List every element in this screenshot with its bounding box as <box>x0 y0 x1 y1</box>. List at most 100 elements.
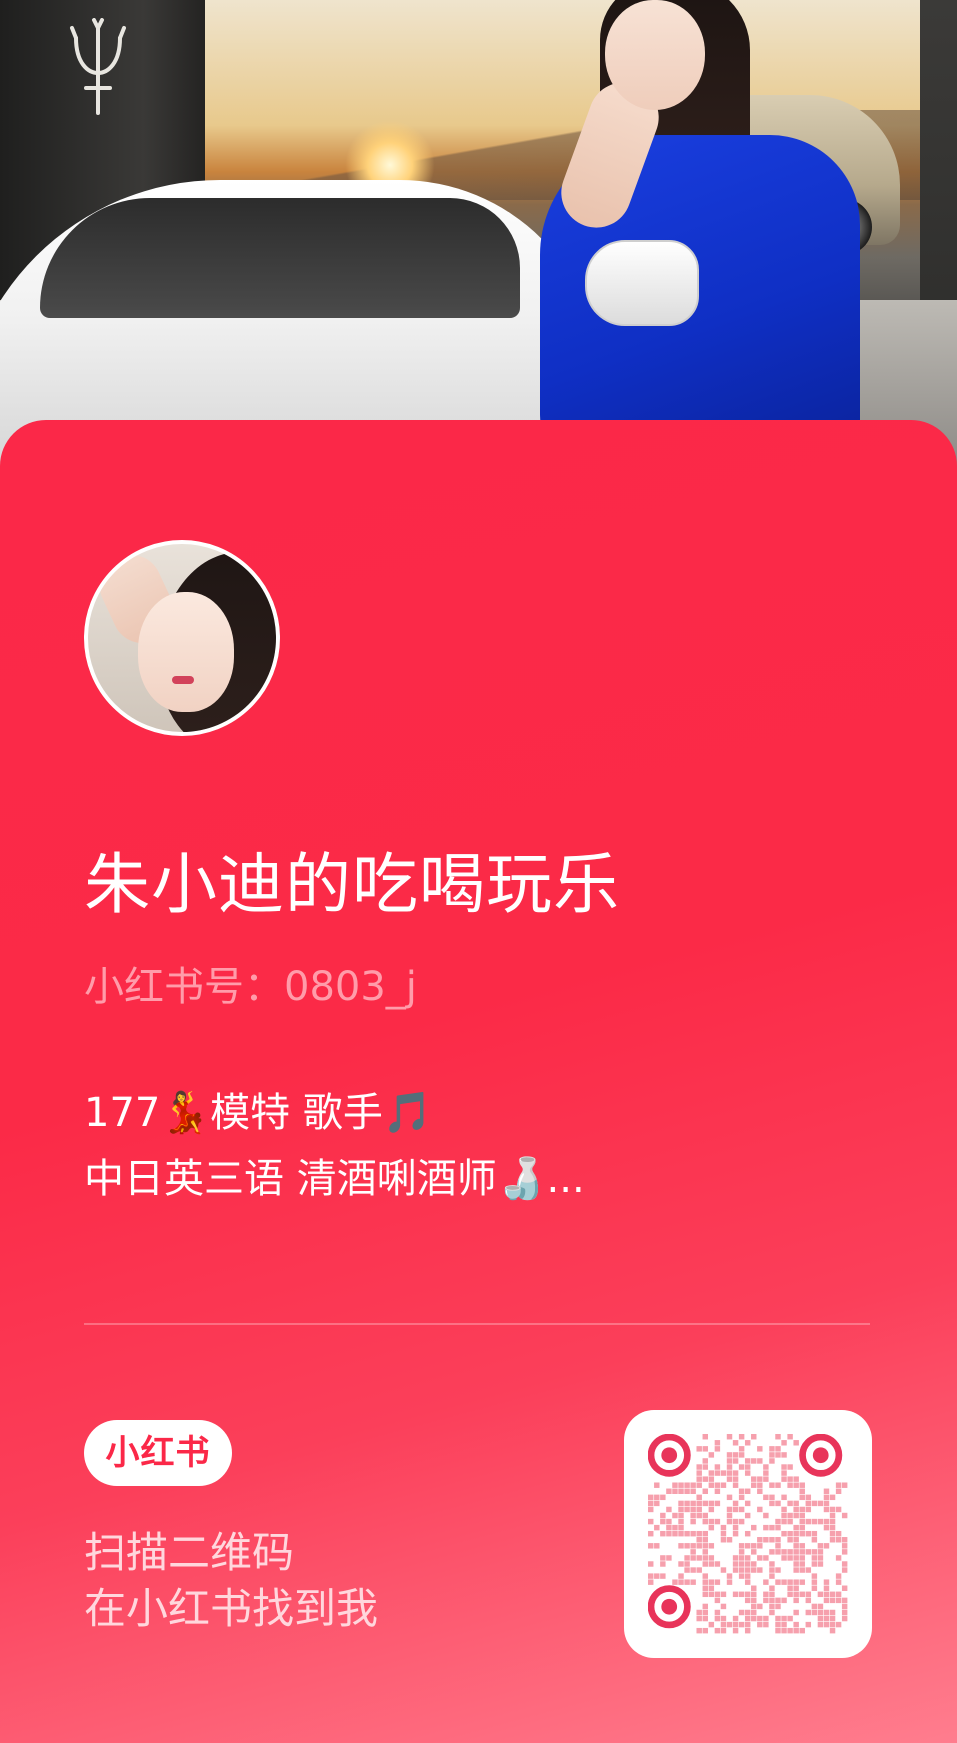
qr-module <box>678 1543 684 1549</box>
qr-module <box>660 1561 666 1567</box>
qr-module <box>660 1518 666 1525</box>
qr-module <box>732 1561 739 1567</box>
qr-module <box>805 1549 812 1555</box>
qr-module <box>793 1567 799 1573</box>
qr-module <box>817 1615 824 1622</box>
qr-module <box>793 1627 799 1634</box>
qr-module <box>726 1452 733 1458</box>
qr-module <box>744 1555 751 1561</box>
qr-module <box>648 1530 654 1537</box>
qr-module <box>696 1482 702 1488</box>
qr-module <box>732 1615 739 1622</box>
qr-module <box>738 1609 745 1616</box>
qr-module <box>775 1603 781 1610</box>
qr-module <box>708 1591 715 1598</box>
qr-module <box>702 1476 708 1482</box>
qr-module <box>702 1434 708 1440</box>
qr-module <box>811 1555 818 1561</box>
qr-module <box>696 1506 702 1513</box>
qr-module <box>714 1482 721 1488</box>
qr-module <box>702 1585 708 1591</box>
qr-module <box>702 1627 708 1634</box>
qr-module <box>732 1500 739 1507</box>
qr-module <box>726 1512 733 1519</box>
qr-module <box>775 1627 781 1634</box>
qr-module <box>769 1524 775 1531</box>
qr-module <box>738 1446 745 1452</box>
qr-module <box>757 1603 763 1610</box>
qr-module <box>835 1579 842 1585</box>
qr-module <box>775 1567 781 1573</box>
qr-module <box>726 1506 733 1513</box>
qr-module <box>805 1494 812 1501</box>
avatar[interactable] <box>84 540 280 736</box>
qr-module <box>763 1470 769 1476</box>
qr-module <box>738 1573 745 1579</box>
qr-module <box>708 1543 715 1549</box>
qr-module <box>684 1561 690 1567</box>
qr-module <box>696 1530 702 1537</box>
qr-module <box>787 1482 793 1488</box>
qr-module <box>744 1470 751 1476</box>
qr-module <box>696 1615 702 1622</box>
qr-module <box>841 1549 848 1555</box>
qr-module <box>720 1530 727 1537</box>
qr-module <box>781 1549 787 1555</box>
qr-module <box>793 1512 799 1519</box>
qr-module <box>787 1591 793 1598</box>
qr-module <box>684 1506 690 1513</box>
qr-module <box>751 1603 757 1610</box>
qr-module <box>648 1500 654 1507</box>
qr-module <box>714 1615 721 1622</box>
qr-module <box>775 1597 781 1604</box>
qr-module <box>835 1488 842 1494</box>
qr-module <box>841 1482 848 1488</box>
qr-module <box>763 1615 769 1622</box>
qr-module <box>732 1567 739 1573</box>
divider <box>84 1323 870 1325</box>
qr-module <box>708 1482 715 1488</box>
qr-module <box>702 1549 708 1555</box>
qr-module <box>702 1555 708 1561</box>
qr-module <box>787 1555 793 1561</box>
qr-module <box>666 1488 672 1494</box>
qr-module <box>714 1609 721 1616</box>
qr-module <box>672 1488 678 1494</box>
qr-module <box>702 1561 708 1567</box>
qr-module <box>775 1543 781 1549</box>
xiaohongshu-logo-badge: 小红书 <box>84 1420 232 1486</box>
qr-module <box>720 1621 727 1628</box>
qr-module <box>672 1512 678 1519</box>
qr-module <box>829 1537 836 1543</box>
scan-instructions: 扫描二维码 在小红书找到我 <box>84 1525 378 1637</box>
qr-module <box>775 1615 781 1622</box>
qr-module <box>702 1591 708 1598</box>
qr-module <box>799 1524 805 1531</box>
qr-module <box>714 1579 721 1585</box>
qr-module <box>702 1537 708 1543</box>
avatar-lips <box>172 676 194 684</box>
qr-finder-dot <box>661 1598 678 1615</box>
qr-module <box>696 1464 702 1470</box>
qr-module <box>787 1518 793 1525</box>
qr-module <box>763 1494 769 1501</box>
qr-module <box>678 1518 684 1525</box>
qr-module <box>763 1621 769 1628</box>
qr-module <box>841 1543 848 1549</box>
qr-module <box>732 1621 739 1628</box>
qr-module <box>702 1615 708 1622</box>
qr-module <box>781 1579 787 1585</box>
qr-module <box>817 1609 824 1616</box>
qr-module <box>726 1464 733 1470</box>
qr-module <box>678 1506 684 1513</box>
qr-module <box>720 1482 727 1488</box>
qr-module <box>823 1615 830 1622</box>
qr-module <box>763 1555 769 1561</box>
qr-code[interactable] <box>624 1410 872 1658</box>
qr-module <box>654 1543 660 1549</box>
qr-module <box>805 1567 812 1573</box>
qr-module <box>732 1506 739 1513</box>
qr-module <box>829 1530 836 1537</box>
qr-module <box>708 1585 715 1591</box>
qr-module <box>732 1476 739 1482</box>
